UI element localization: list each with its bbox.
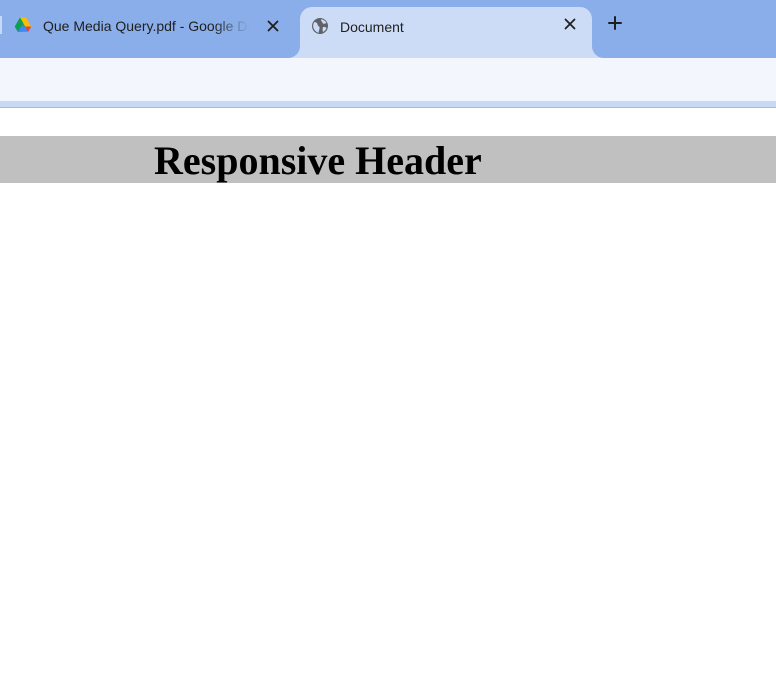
browser-tab-strip: Que Media Query.pdf - Google Drive Docum… (0, 0, 776, 58)
page-header: Responsive Header (0, 136, 776, 183)
close-icon[interactable] (558, 12, 582, 36)
page-viewport: Responsive Header (0, 108, 776, 681)
page-title: Responsive Header (154, 138, 482, 183)
close-icon[interactable] (261, 14, 285, 38)
browser-toolbar (0, 58, 776, 101)
tab-title: Document (340, 19, 404, 35)
plus-icon (608, 15, 622, 35)
new-tab-button[interactable] (603, 13, 627, 37)
tab-google-drive[interactable]: Que Media Query.pdf - Google Drive (0, 6, 300, 50)
tab-title: Que Media Query.pdf - Google Drive (43, 18, 249, 34)
google-drive-icon (14, 16, 32, 34)
tab-document[interactable]: Document (300, 7, 592, 58)
globe-icon (311, 17, 329, 35)
